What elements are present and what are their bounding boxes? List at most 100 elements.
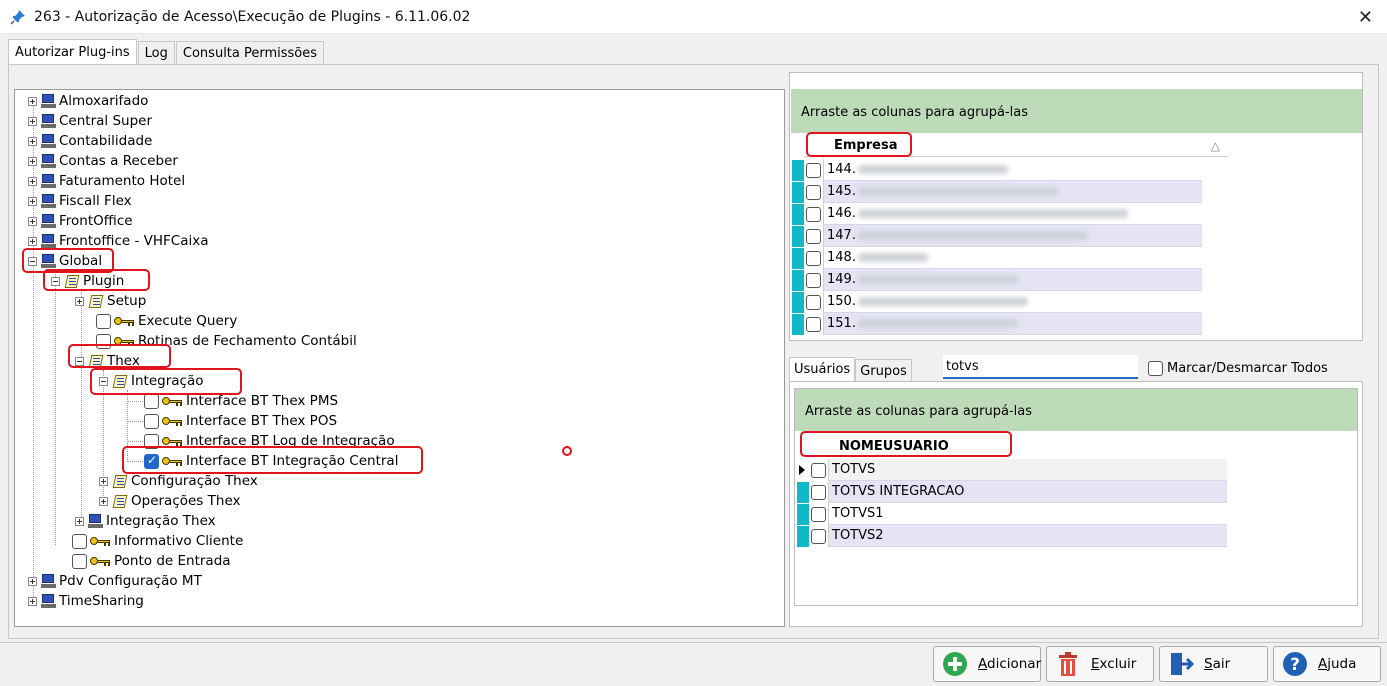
checkbox[interactable] xyxy=(806,162,821,178)
tree-node-central-super[interactable]: Central Super xyxy=(28,111,152,131)
table-row[interactable]: TOTVS1 xyxy=(797,503,1227,525)
plugin-tree[interactable]: Almoxarifado Central Super Contabilidade… xyxy=(14,89,785,627)
checkbox[interactable] xyxy=(144,413,159,429)
expand-icon[interactable] xyxy=(28,596,37,606)
trash-icon xyxy=(1059,652,1077,676)
expand-icon[interactable] xyxy=(28,196,37,206)
sort-icon[interactable]: △ xyxy=(1211,139,1220,153)
highlight-box xyxy=(122,446,423,474)
table-row[interactable]: 147. xyxy=(792,225,1202,247)
add-icon xyxy=(943,652,967,676)
excluir-button[interactable]: Excluir xyxy=(1046,646,1154,682)
tree-node-pdv-configuracao[interactable]: Pdv Configuração MT xyxy=(28,571,202,591)
checkbox[interactable] xyxy=(811,484,826,500)
table-row[interactable]: TOTVS2 xyxy=(797,525,1227,547)
tree-node-bt-thex-pos[interactable]: Interface BT Thex POS xyxy=(144,411,337,431)
tree-node-integracao-thex[interactable]: Integração Thex xyxy=(75,511,216,531)
expand-icon[interactable] xyxy=(28,216,37,226)
tree-node-fiscall-flex[interactable]: Fiscall Flex xyxy=(28,191,132,211)
expand-icon[interactable] xyxy=(28,116,37,126)
checkbox[interactable] xyxy=(811,506,826,522)
expand-icon[interactable] xyxy=(28,156,37,166)
table-row[interactable]: 148. xyxy=(792,247,1202,269)
expand-icon[interactable] xyxy=(28,96,37,106)
checkbox[interactable] xyxy=(72,533,87,549)
expand-icon[interactable] xyxy=(28,576,37,586)
tab-grupos[interactable]: Grupos xyxy=(855,359,912,383)
tree-node-frontoffice[interactable]: FrontOffice xyxy=(28,211,133,231)
highlight-box xyxy=(90,368,242,395)
table-row[interactable]: 149. xyxy=(792,269,1202,291)
expand-icon[interactable] xyxy=(75,516,84,526)
tree-node-operacoes-thex[interactable]: Operações Thex xyxy=(99,491,241,511)
expand-icon[interactable] xyxy=(99,496,108,506)
checkbox[interactable] xyxy=(811,528,826,544)
computer-icon xyxy=(41,113,57,129)
checkbox[interactable] xyxy=(806,184,821,200)
checkbox[interactable] xyxy=(72,553,87,569)
marcar-todos-toggle[interactable]: Marcar/Desmarcar Todos xyxy=(1148,361,1328,376)
highlight-box xyxy=(43,269,150,291)
checkbox[interactable] xyxy=(806,228,821,244)
highlight-box xyxy=(800,431,1012,457)
highlight-box xyxy=(68,344,171,368)
computer-icon xyxy=(41,213,57,229)
expand-icon[interactable] xyxy=(28,236,37,246)
tree-node-ponto-entrada[interactable]: Ponto de Entrada xyxy=(72,551,231,571)
title-bar: 263 - Autorização de Acesso\Execução de … xyxy=(0,0,1387,34)
tree-node-timesharing[interactable]: TimeSharing xyxy=(28,591,144,611)
checkbox[interactable] xyxy=(806,250,821,266)
table-row[interactable]: TOTVS xyxy=(797,459,1227,481)
tree-node-contabilidade[interactable]: Contabilidade xyxy=(28,131,152,151)
key-icon xyxy=(162,395,184,407)
highlight-box xyxy=(806,132,912,157)
tree-node-faturamento-hotel[interactable]: Faturamento Hotel xyxy=(28,171,185,191)
notepad-icon xyxy=(112,474,129,489)
tab-log[interactable]: Log xyxy=(137,41,175,65)
user-search-input[interactable] xyxy=(943,355,1138,379)
checkbox[interactable] xyxy=(806,272,821,288)
sair-button[interactable]: Sair xyxy=(1159,646,1268,682)
usuario-grid-panel: Arraste as colunas para agrupá-las NOMEU… xyxy=(789,381,1363,627)
checkbox[interactable] xyxy=(1148,361,1163,376)
computer-icon xyxy=(41,93,57,109)
tree-node-configuracao-thex[interactable]: Configuração Thex xyxy=(99,471,258,491)
tree-node-execute-query[interactable]: Execute Query xyxy=(96,311,237,331)
expand-icon[interactable] xyxy=(28,136,37,146)
table-row[interactable]: TOTVS INTEGRACAO xyxy=(797,481,1227,503)
tree-node-setup[interactable]: Setup xyxy=(75,291,146,311)
marcar-todos-label: Marcar/Desmarcar Todos xyxy=(1167,361,1328,376)
tab-consulta-permissoes[interactable]: Consulta Permissões xyxy=(175,41,325,65)
tab-autorizar-plugins[interactable]: Autorizar Plug-ins xyxy=(8,39,137,65)
table-row[interactable]: 145. xyxy=(792,181,1202,203)
group-by-band[interactable]: Arraste as colunas para agrupá-las xyxy=(791,89,1362,133)
checkbox[interactable] xyxy=(811,462,826,478)
checkbox[interactable] xyxy=(806,206,821,222)
key-icon xyxy=(90,535,112,547)
tab-usuarios[interactable]: Usuários xyxy=(789,357,856,381)
expand-icon[interactable] xyxy=(28,176,37,186)
checkbox[interactable] xyxy=(806,294,821,310)
tree-node-informativo-cliente[interactable]: Informativo Cliente xyxy=(72,531,243,551)
cursor-marker-icon xyxy=(562,446,572,456)
table-row[interactable]: 150. xyxy=(792,291,1202,313)
notepad-icon xyxy=(88,294,105,309)
table-row[interactable]: 144. xyxy=(792,159,1202,181)
close-icon[interactable]: ✕ xyxy=(1358,7,1373,28)
tree-node-contas-receber[interactable]: Contas a Receber xyxy=(28,151,178,171)
table-row[interactable]: 146. xyxy=(792,203,1202,225)
expand-icon[interactable] xyxy=(75,296,84,306)
ajuda-button[interactable]: ? Ajuda xyxy=(1273,646,1381,682)
adicionar-button[interactable]: Adicionar xyxy=(933,646,1041,682)
pin-icon xyxy=(10,9,25,25)
tree-node-almoxarifado[interactable]: Almoxarifado xyxy=(28,91,148,111)
table-row[interactable]: 151. xyxy=(792,313,1202,335)
main-tabs: Autorizar Plug-ins Log Consulta Permissõ… xyxy=(8,39,325,65)
group-by-band[interactable]: Arraste as colunas para agrupá-las xyxy=(795,389,1357,431)
checkbox[interactable] xyxy=(144,393,159,409)
expand-icon[interactable] xyxy=(99,476,108,486)
checkbox[interactable] xyxy=(96,313,111,329)
checkbox[interactable] xyxy=(806,316,821,332)
key-icon xyxy=(90,555,112,567)
help-icon: ? xyxy=(1283,652,1307,676)
